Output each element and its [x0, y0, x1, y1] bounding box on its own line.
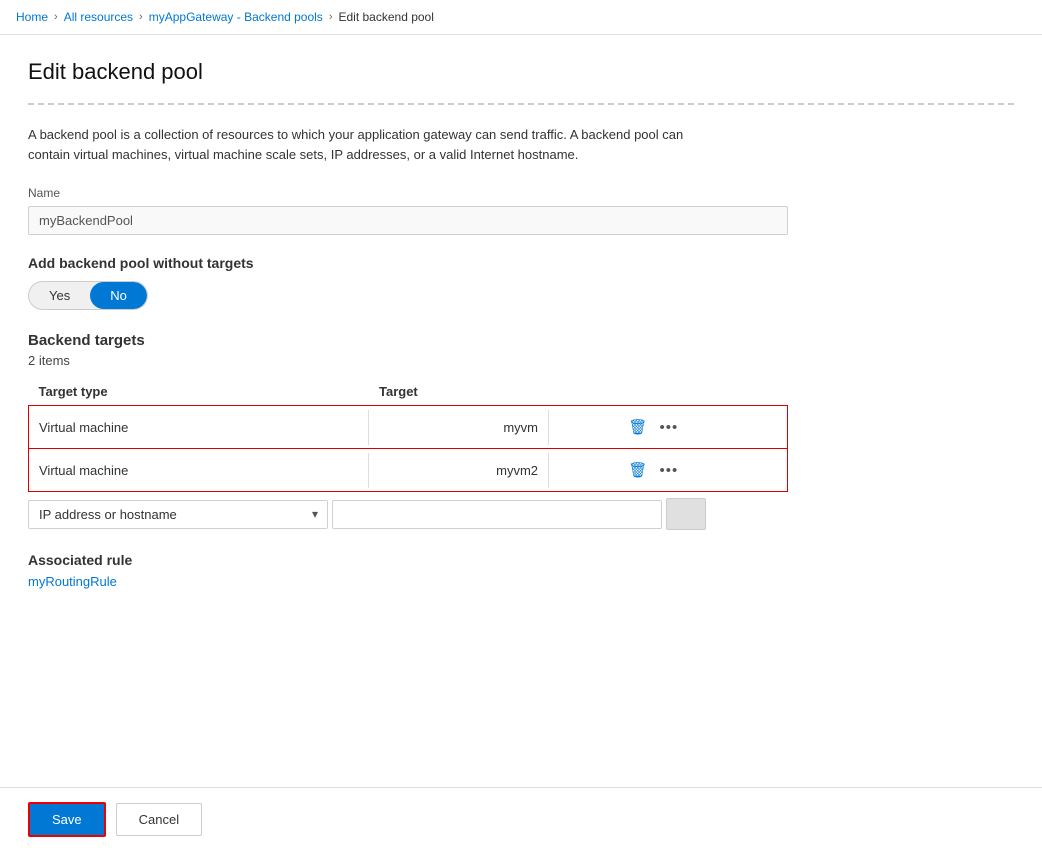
col-header-type: Target type	[29, 378, 370, 406]
name-field-group: Name	[28, 186, 1014, 235]
breadcrumb-current: Edit backend pool	[338, 10, 433, 24]
row2-more-icon[interactable]: •••	[659, 462, 678, 479]
col-header-target: Target	[369, 378, 608, 406]
row1-target: myvm	[369, 410, 549, 445]
breadcrumb-sep-2: ›	[139, 11, 143, 23]
associated-rule-section: Associated rule myRoutingRule	[28, 552, 1014, 589]
name-label: Name	[28, 186, 1014, 200]
toggle-group: Yes No	[28, 281, 148, 310]
page-wrapper: Home › All resources › myAppGateway - Ba…	[0, 0, 1042, 851]
table-row: Virtual machine myvm2 🗑 •••	[29, 449, 788, 492]
target-type-select-wrapper: IP address or hostname Virtual machine V…	[28, 500, 328, 529]
target-type-select[interactable]: IP address or hostname Virtual machine V…	[28, 500, 328, 529]
breadcrumb-home[interactable]: Home	[16, 10, 48, 24]
toggle-yes-button[interactable]: Yes	[29, 282, 90, 309]
divider	[28, 103, 1014, 105]
name-input[interactable]	[28, 206, 788, 235]
main-content: Edit backend pool A backend pool is a co…	[0, 35, 1042, 787]
breadcrumb: Home › All resources › myAppGateway - Ba…	[0, 0, 1042, 35]
breadcrumb-gateway[interactable]: myAppGateway - Backend pools	[149, 10, 323, 24]
footer-bar: Save Cancel	[0, 787, 1042, 851]
row1-actions: 🗑 •••	[608, 406, 787, 448]
save-button[interactable]: Save	[28, 802, 106, 837]
row1-type: Virtual machine	[29, 410, 369, 445]
trash-icon: 🗑	[628, 462, 647, 479]
row2-type: Virtual machine	[29, 453, 369, 488]
row1-delete-button[interactable]: 🗑	[624, 416, 651, 438]
associated-rule-link[interactable]: myRoutingRule	[28, 574, 117, 589]
add-target-button[interactable]	[666, 498, 706, 530]
backend-targets-title: Backend targets	[28, 332, 1014, 349]
targets-table: Target type Target Virtual machine myvm	[28, 378, 788, 492]
toggle-no-button[interactable]: No	[90, 282, 147, 309]
toggle-label: Add backend pool without targets	[28, 255, 1014, 271]
col-header-actions	[608, 378, 787, 406]
items-count: 2 items	[28, 353, 1014, 368]
target-value-input[interactable]	[332, 500, 662, 529]
associated-rule-title: Associated rule	[28, 552, 1014, 568]
row2-actions: 🗑 •••	[608, 449, 787, 491]
table-row: Virtual machine myvm 🗑 •••	[29, 406, 788, 449]
breadcrumb-sep-3: ›	[329, 11, 333, 23]
row1-more-icon[interactable]: •••	[659, 419, 678, 436]
page-title: Edit backend pool	[28, 59, 1014, 85]
trash-icon: 🗑	[628, 419, 647, 436]
cancel-button[interactable]: Cancel	[116, 803, 202, 836]
add-row: IP address or hostname Virtual machine V…	[28, 498, 1014, 530]
breadcrumb-sep-1: ›	[54, 11, 58, 23]
row2-delete-button[interactable]: 🗑	[624, 459, 651, 481]
breadcrumb-all-resources[interactable]: All resources	[64, 10, 133, 24]
row2-target: myvm2	[369, 453, 549, 488]
description-text: A backend pool is a collection of resour…	[28, 125, 728, 164]
